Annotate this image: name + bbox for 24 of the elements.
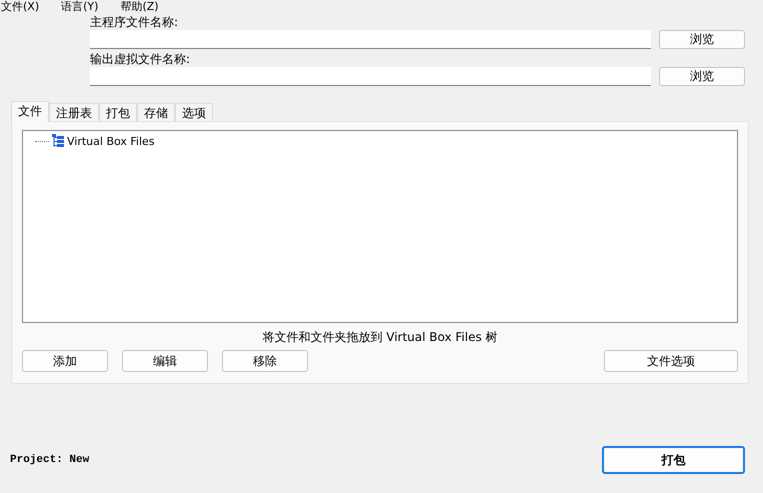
menu-item[interactable]: 语言(Y): [61, 0, 98, 14]
project-status: Project: New: [10, 454, 90, 466]
tree-icon: [52, 134, 64, 148]
action-button[interactable]: 添加: [22, 350, 108, 372]
action-button[interactable]: 编辑: [122, 350, 208, 372]
build-button[interactable]: 打包: [602, 446, 745, 474]
input-field[interactable]: [90, 67, 651, 86]
menu-item[interactable]: 帮助(Z): [120, 0, 159, 14]
tab[interactable]: 文件: [11, 101, 49, 122]
action-button[interactable]: 移除: [222, 350, 308, 372]
input-field[interactable]: [90, 30, 651, 49]
field-label: 输出虚拟文件名称:: [90, 51, 192, 67]
tab[interactable]: 打包: [99, 103, 137, 121]
tab[interactable]: 选项: [175, 103, 213, 121]
hint-text: 将文件和文件夹拖放到 Virtual Box Files 树: [261, 329, 499, 345]
field-label: 主程序文件名称:: [90, 14, 180, 30]
browse-button[interactable]: 浏览: [659, 67, 745, 86]
file-options-button[interactable]: 文件选项: [604, 350, 738, 372]
tab[interactable]: 注册表: [49, 103, 99, 121]
menu-item[interactable]: 文件(X): [1, 0, 40, 14]
tree-line: [35, 140, 49, 142]
tab[interactable]: 存储: [137, 103, 175, 121]
tree-item[interactable]: Virtual Box Files: [67, 134, 155, 148]
browse-button[interactable]: 浏览: [659, 30, 745, 49]
